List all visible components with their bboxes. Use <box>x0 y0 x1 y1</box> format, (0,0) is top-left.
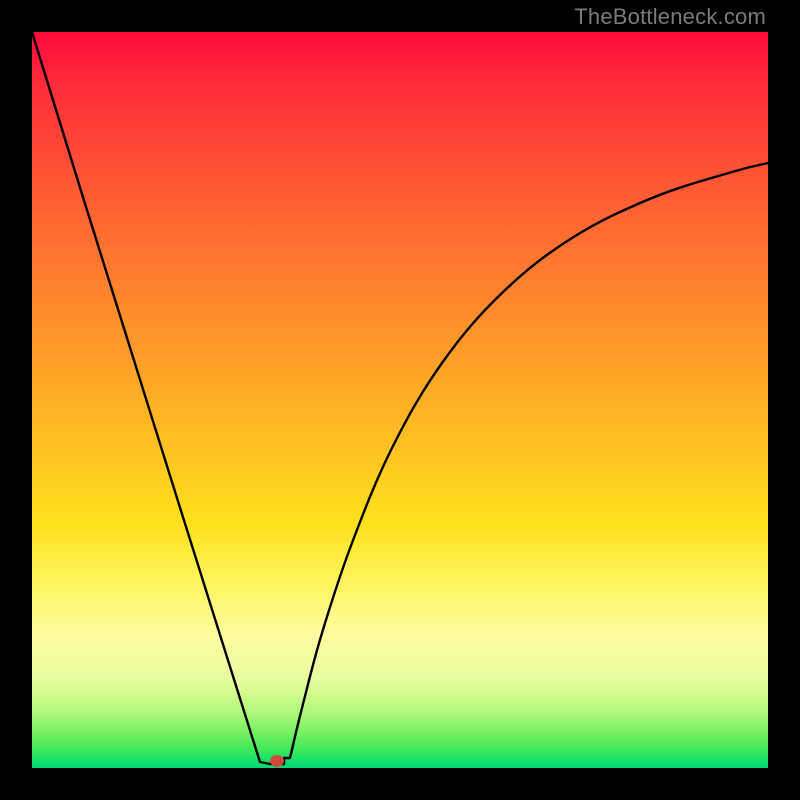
bottleneck-curve <box>32 32 768 764</box>
watermark-text: TheBottleneck.com <box>574 4 766 30</box>
plot-area <box>32 32 768 768</box>
min-point-marker <box>270 755 284 767</box>
chart-frame: TheBottleneck.com <box>0 0 800 800</box>
curve-svg <box>32 32 768 768</box>
